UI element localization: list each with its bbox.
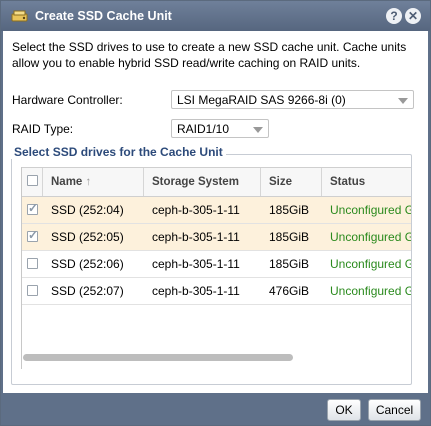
- drive-status: Unconfigured G: [330, 230, 411, 244]
- raid-type-value: RAID1/10: [177, 122, 230, 136]
- dialog-title: Create SSD Cache Unit: [35, 9, 172, 23]
- ok-button[interactable]: OK: [327, 399, 361, 421]
- drive-name: SSD (252:05): [51, 230, 124, 244]
- cancel-button[interactable]: Cancel: [368, 399, 421, 421]
- drive-name: SSD (252:06): [51, 257, 124, 271]
- raid-type-label: RAID Type:: [12, 122, 74, 136]
- ssd-drives-grid: Name ↑ Storage System Size Status ✓ SSD …: [21, 167, 411, 369]
- intro-text: Select the SSD drives to use to create a…: [12, 40, 407, 70]
- table-row[interactable]: SSD (252:07) ceph-b-305-1-11 476GiB Unco…: [22, 278, 411, 305]
- scrollbar-thumb[interactable]: [23, 354, 293, 361]
- column-header-status[interactable]: Status: [322, 168, 411, 196]
- drive-storage-system: ceph-b-305-1-11: [152, 257, 240, 271]
- drive-size: 476GiB: [269, 284, 310, 298]
- column-header-name[interactable]: Name ↑: [43, 168, 144, 196]
- hardware-controller-value: LSI MegaRAID SAS 9266-8i (0): [177, 93, 346, 107]
- drive-size: 185GiB: [269, 203, 310, 217]
- help-icon[interactable]: ?: [386, 8, 402, 24]
- drive-storage-system: ceph-b-305-1-11: [152, 284, 240, 298]
- table-row[interactable]: ✓ SSD (252:05) ceph-b-305-1-11 185GiB Un…: [22, 224, 411, 251]
- drive-name: SSD (252:04): [51, 203, 124, 217]
- dialog-body: Select the SSD drives to use to create a…: [3, 31, 428, 393]
- drive-name: SSD (252:07): [51, 284, 124, 298]
- hardware-controller-label: Hardware Controller:: [12, 93, 123, 107]
- grid-header: Name ↑ Storage System Size Status: [22, 167, 411, 197]
- create-ssd-cache-dialog: Create SSD Cache Unit ? ✕ Select the SSD…: [0, 0, 431, 426]
- table-row[interactable]: ✓ SSD (252:04) ceph-b-305-1-11 185GiB Un…: [22, 197, 411, 224]
- close-icon[interactable]: ✕: [405, 8, 421, 24]
- chevron-down-icon: [398, 98, 408, 104]
- column-header-storage-system[interactable]: Storage System: [144, 168, 261, 196]
- dialog-titlebar[interactable]: Create SSD Cache Unit ? ✕: [1, 1, 430, 31]
- sort-ascending-icon: ↑: [85, 176, 92, 188]
- row-checkbox[interactable]: ✓: [27, 201, 39, 215]
- row-checkbox[interactable]: [27, 285, 38, 296]
- row-checkbox[interactable]: [27, 258, 38, 269]
- horizontal-scrollbar[interactable]: [21, 353, 410, 361]
- drive-size: 185GiB: [269, 230, 310, 244]
- ssd-drives-legend: Select SSD drives for the Cache Unit: [11, 145, 226, 159]
- column-header-size[interactable]: Size: [261, 168, 322, 196]
- row-checkbox[interactable]: ✓: [27, 228, 39, 242]
- ssd-drive-icon: [11, 10, 28, 22]
- checkmark-icon: ✓: [28, 228, 39, 242]
- hardware-controller-select[interactable]: LSI MegaRAID SAS 9266-8i (0): [171, 90, 414, 109]
- drive-storage-system: ceph-b-305-1-11: [152, 203, 240, 217]
- select-all-header[interactable]: [22, 168, 43, 196]
- checkmark-icon: ✓: [28, 201, 39, 215]
- drive-status: Unconfigured G: [330, 284, 411, 298]
- drive-size: 185GiB: [269, 257, 310, 271]
- chevron-down-icon: [253, 127, 263, 133]
- table-row[interactable]: SSD (252:06) ceph-b-305-1-11 185GiB Unco…: [22, 251, 411, 278]
- drive-status: Unconfigured G: [330, 203, 411, 217]
- drive-status: Unconfigured G: [330, 257, 411, 271]
- select-all-checkbox[interactable]: [27, 175, 38, 186]
- drive-storage-system: ceph-b-305-1-11: [152, 230, 240, 244]
- dialog-footer: OK Cancel: [1, 393, 430, 425]
- raid-type-select[interactable]: RAID1/10: [171, 119, 269, 138]
